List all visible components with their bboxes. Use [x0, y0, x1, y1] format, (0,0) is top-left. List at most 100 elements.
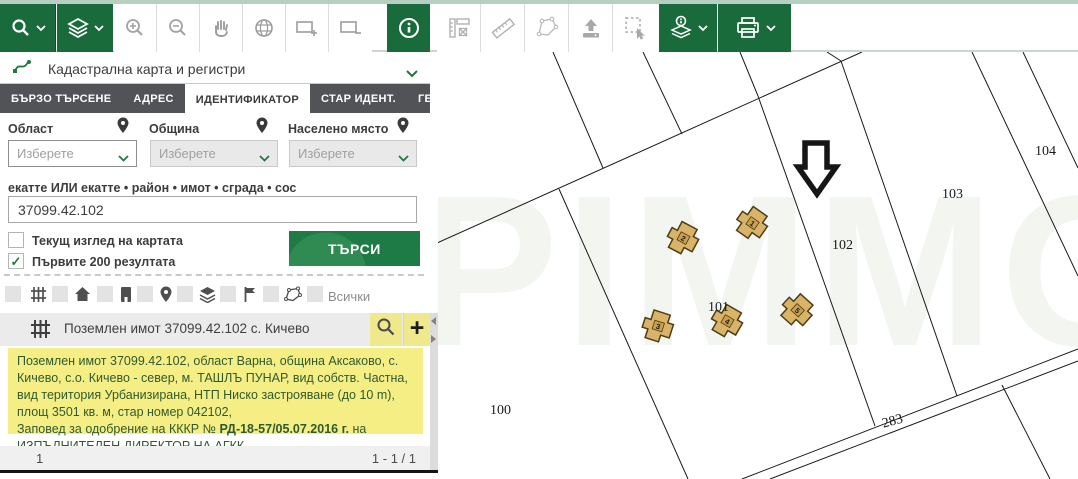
filter-point-checkbox[interactable] — [137, 286, 153, 302]
zoom-box-out-button[interactable] — [329, 4, 372, 52]
filter-all-checkbox[interactable] — [307, 286, 323, 302]
first-200-checkbox[interactable]: ✓ — [8, 253, 24, 269]
map-layer-select[interactable]: Кадастрална карта и регистри — [0, 54, 430, 84]
first-200-label: Първите 200 резултата — [32, 255, 175, 269]
filter-house-checkbox[interactable] — [52, 286, 68, 302]
layers-tool-button[interactable] — [57, 4, 113, 52]
full-extent-button[interactable] — [243, 4, 286, 52]
municipality-label: Община — [149, 122, 199, 136]
zoom-in-button[interactable] — [114, 4, 157, 52]
watermark-text: PIMMO — [438, 150, 1078, 391]
detail-order-prefix: Заповед за одобрение на КККР № — [17, 422, 219, 436]
rectangle-minus-icon — [339, 17, 363, 39]
measure-area-button[interactable] — [437, 4, 481, 52]
house-icon — [74, 286, 91, 307]
upload-button[interactable] — [569, 4, 613, 52]
tab-quick-search[interactable]: БЪРЗО ТЪРСЕНЕ — [0, 84, 122, 113]
info-icon — [397, 16, 421, 40]
cadastre-app: Кадастрална карта и регистри БЪРЗО ТЪРСЕ… — [0, 0, 1078, 479]
page-number[interactable]: 1 — [36, 451, 43, 466]
chevron-down-icon — [698, 25, 708, 32]
filter-flag-checkbox[interactable] — [220, 286, 236, 302]
settlement-select[interactable]: Изберете — [289, 140, 417, 167]
filter-building-checkbox[interactable] — [97, 286, 113, 302]
measure-distance-button[interactable] — [481, 4, 525, 52]
current-view-label: Текущ изглед на картата — [32, 234, 183, 248]
result-zoom-button[interactable] — [370, 313, 402, 346]
map-pin-icon[interactable] — [396, 117, 410, 139]
pin-icon — [159, 286, 173, 308]
chevron-down-icon — [398, 151, 409, 166]
identifier-input[interactable] — [8, 196, 417, 223]
search-icon — [10, 17, 32, 39]
parcel-grid-icon — [30, 319, 51, 344]
layers-icon — [66, 16, 90, 40]
layer-info-button[interactable] — [659, 4, 717, 52]
tab-address[interactable]: АДРЕС — [122, 84, 184, 113]
chevron-down-icon — [766, 25, 776, 32]
district-label: Област — [8, 122, 53, 136]
filter-zone-checkbox[interactable] — [263, 286, 279, 302]
panel-scroll-strip[interactable] — [430, 313, 438, 470]
flag-icon — [243, 286, 256, 308]
divider — [4, 274, 424, 276]
zone-polygon-icon — [284, 286, 302, 308]
search-tool-button[interactable] — [0, 4, 56, 52]
magnifier-icon — [376, 317, 396, 342]
building-icon — [119, 286, 133, 308]
map-canvas[interactable]: PIMMO 1 — [438, 52, 1078, 479]
layer-select-value: Кадастрална карта и регистри — [48, 61, 245, 77]
selection-rectangle-icon — [623, 15, 649, 41]
tab-identifier[interactable]: ИДЕНТИФИКАТОР — [185, 84, 310, 115]
municipality-select[interactable]: Изберете — [150, 140, 278, 167]
area-ruler-icon — [447, 16, 471, 40]
rectangle-plus-icon — [295, 17, 319, 39]
filter-layers-checkbox[interactable] — [177, 286, 193, 302]
zoom-in-icon — [124, 17, 146, 39]
layers-stack-icon — [199, 286, 216, 308]
draw-polygon-button[interactable] — [525, 4, 569, 52]
parcel-label-101: 101 — [708, 300, 729, 315]
filter-parcel-checkbox[interactable] — [5, 286, 21, 302]
select-area-button[interactable] — [613, 4, 659, 52]
sidebar-bottom-border — [0, 470, 438, 473]
settlement-select-value: Изберете — [298, 146, 355, 161]
settlement-label: Населено място — [288, 122, 388, 136]
detail-order-number: РД-18-57/05.07.2016 г. — [219, 422, 349, 436]
collapse-left-icon[interactable] — [431, 317, 436, 325]
zoom-box-in-button[interactable] — [286, 4, 329, 52]
parcel-label-103: 103 — [942, 187, 963, 202]
result-add-button[interactable]: + — [403, 313, 430, 346]
ruler-icon — [490, 15, 516, 41]
expand-right-icon[interactable] — [431, 335, 436, 343]
result-details: Поземлен имот 37099.42.102, област Варна… — [8, 348, 423, 434]
tab-old-identifier[interactable]: СТАР ИДЕНТ. — [310, 84, 407, 113]
search-submit-button[interactable]: ТЪРСИ — [289, 231, 420, 266]
chevron-down-icon — [94, 25, 104, 32]
chevron-down-icon — [36, 25, 46, 32]
chevron-down-icon — [118, 151, 129, 166]
chevron-down-icon — [406, 65, 418, 83]
municipality-select-value: Изберете — [159, 146, 216, 161]
layers-info-icon — [668, 15, 694, 41]
hand-icon — [210, 17, 232, 39]
map-pin-icon[interactable] — [255, 117, 269, 139]
search-tabs: БЪРЗО ТЪРСЕНЕ АДРЕС ИДЕНТИФИКАТОР СТАР И… — [0, 84, 430, 113]
map-pin-icon[interactable] — [116, 117, 130, 139]
zoom-out-button[interactable] — [157, 4, 200, 52]
current-view-checkbox[interactable] — [8, 232, 24, 248]
result-title: Поземлен имот 37099.42.102 с. Кичево — [64, 321, 310, 336]
pan-hand-button[interactable] — [200, 4, 243, 52]
district-select[interactable]: Изберете — [8, 140, 137, 167]
parcel-label-104: 104 — [1035, 144, 1056, 159]
cadastral-map: PIMMO 1 — [438, 52, 1078, 479]
polygon-icon — [534, 15, 560, 41]
ekatte-label: екатте ИЛИ екатте • район • имот • сград… — [8, 181, 296, 195]
parcel-label-102: 102 — [832, 238, 853, 253]
print-button[interactable] — [718, 4, 791, 52]
route-icon — [12, 57, 34, 80]
info-mode-button[interactable] — [387, 4, 430, 52]
chevron-down-icon — [259, 151, 270, 166]
result-range: 1 - 1 / 1 — [372, 451, 416, 466]
district-select-value: Изберете — [17, 146, 74, 161]
